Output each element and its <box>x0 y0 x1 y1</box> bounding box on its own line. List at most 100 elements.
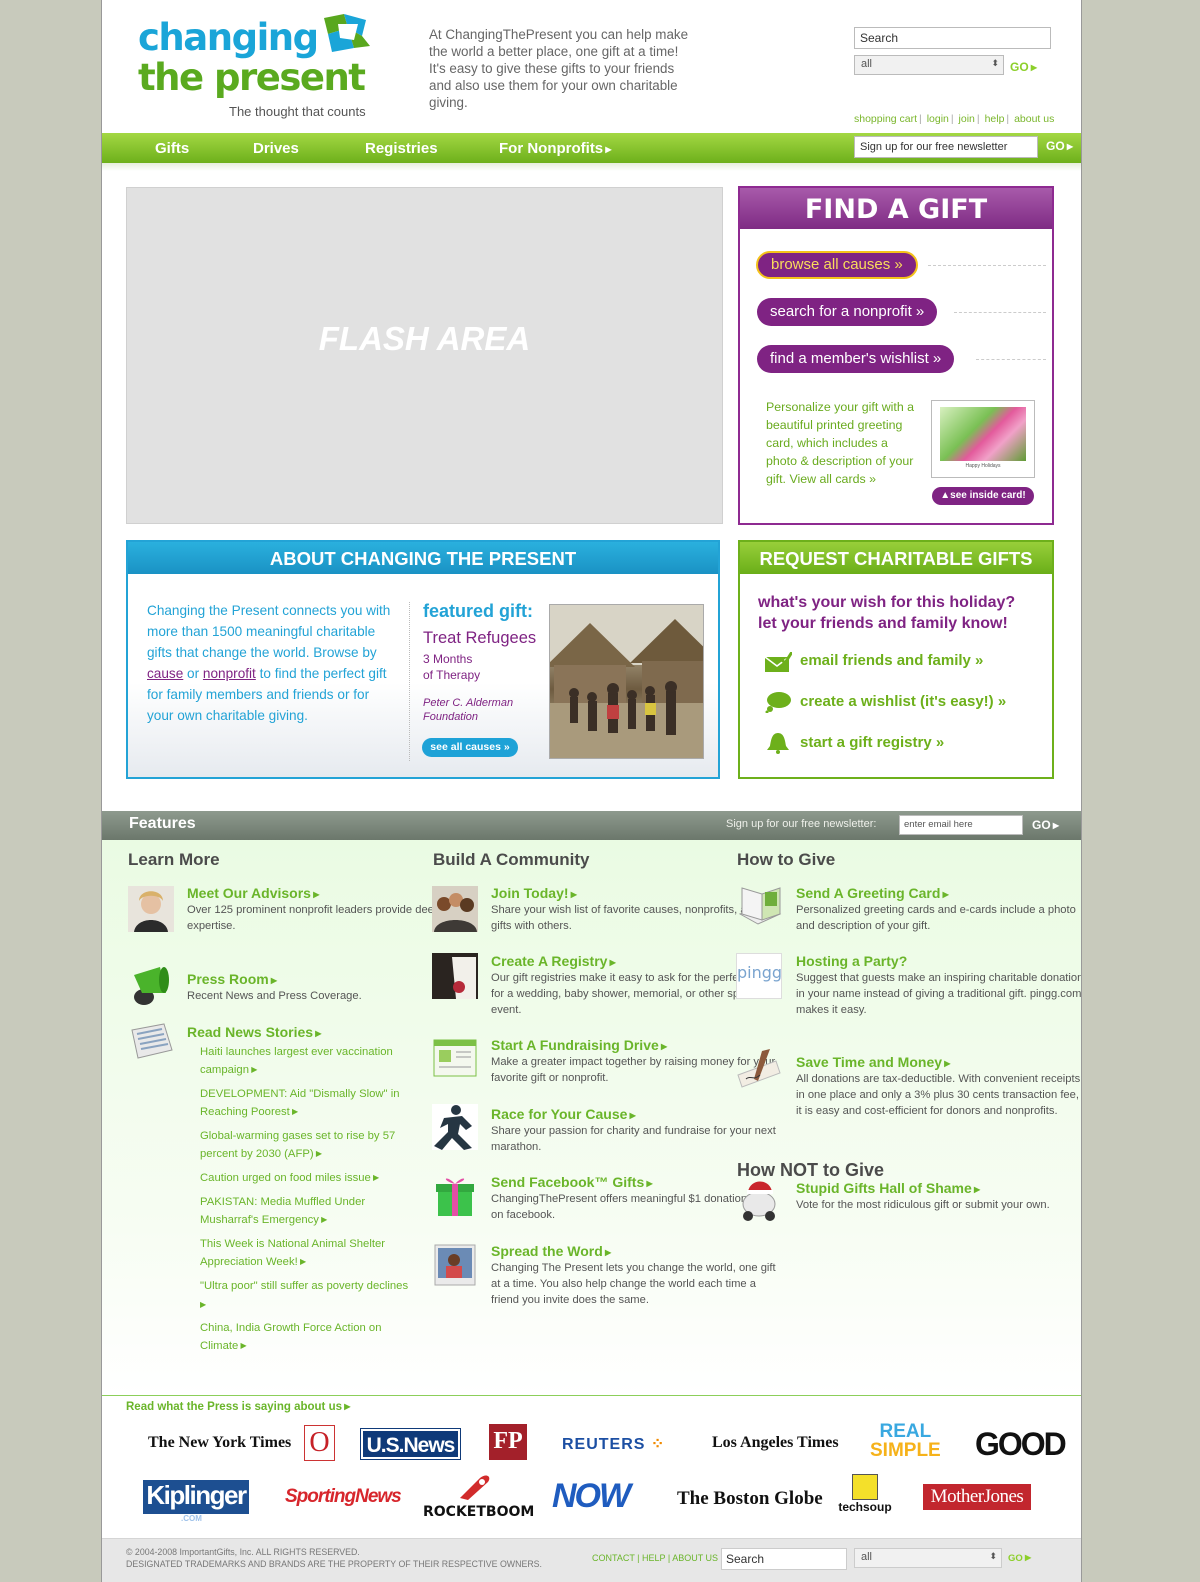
sporting-news-logo[interactable]: SportingNews <box>285 1486 402 1508</box>
featured-gift-photo[interactable] <box>549 604 704 759</box>
advisor-photo[interactable] <box>128 886 174 932</box>
nav-drives[interactable]: Drives <box>253 140 299 157</box>
go-label: GO <box>1032 818 1051 832</box>
nonprofit-link[interactable]: nonprofit <box>203 666 256 681</box>
featured-gift-org[interactable]: Peter C. Alderman Foundation <box>423 696 513 724</box>
greeting-card-link[interactable]: Send A Greeting Card ▶ <box>796 885 1081 901</box>
hosting-party-link[interactable]: Hosting a Party? <box>796 953 1081 969</box>
spread-word-photo[interactable] <box>432 1242 478 1288</box>
runner-icon[interactable] <box>432 1104 478 1150</box>
go-label: GO <box>1010 60 1029 74</box>
search-nonprofit-button[interactable]: search for a nonprofit » <box>757 298 938 326</box>
news-story-4[interactable]: Caution urged on food miles issue ▶ <box>200 1169 410 1187</box>
login-link[interactable]: login <box>927 113 949 125</box>
start-registry-link[interactable]: start a gift registry » <box>800 734 944 751</box>
foreign-policy-logo[interactable]: FP <box>489 1424 527 1460</box>
pingg-logo[interactable]: pingg <box>736 953 782 999</box>
footer-links: CONTACT | HELP | ABOUT US <box>592 1553 719 1563</box>
see-all-causes-button[interactable]: see all causes » <box>422 738 518 757</box>
fundraising-drive-icon[interactable] <box>432 1036 478 1082</box>
rocketboom-logo[interactable]: ROCKETBOOM <box>423 1504 534 1520</box>
reuters-logo[interactable]: REUTERS ⁘ <box>562 1434 665 1454</box>
email-friends-link[interactable]: email friends and family » <box>800 652 983 669</box>
footer-search-input[interactable]: Search <box>721 1548 847 1570</box>
flash-area[interactable]: FLASH AREA <box>126 187 723 524</box>
news-story-3[interactable]: Global-warming gases set to rise by 57 p… <box>200 1127 410 1163</box>
abc-now-logo[interactable]: NOW <box>552 1477 631 1516</box>
news-story-2[interactable]: DEVELOPMENT: Aid "Dismally Slow" in Reac… <box>200 1085 410 1121</box>
nav-for-nonprofits[interactable]: For Nonprofits ▶ <box>499 140 612 157</box>
press-title[interactable]: Read what the Press is saying about us ▶ <box>126 1401 350 1413</box>
footer-go-button[interactable]: GO ▶ <box>1008 1553 1031 1564</box>
join-link[interactable]: join <box>959 113 975 125</box>
divider <box>976 359 1046 360</box>
footer-about-link[interactable]: ABOUT US <box>672 1553 718 1563</box>
spread-word-link[interactable]: Spread the Word ▶ <box>491 1243 781 1259</box>
boston-globe-logo[interactable]: The Boston Globe <box>677 1488 823 1510</box>
play-arrow-icon: ▶ <box>200 1300 207 1309</box>
newsletter-input[interactable]: Sign up for our free newsletter <box>854 136 1038 158</box>
news-story-7[interactable]: "Ultra poor" still suffer as poverty dec… <box>200 1277 410 1314</box>
race-for-cause-link[interactable]: Race for Your Cause ▶ <box>491 1106 781 1122</box>
news-story-1[interactable]: Haiti launches largest ever vaccination … <box>200 1043 410 1079</box>
kiplinger-logo[interactable]: Kiplinger .COM <box>143 1480 249 1523</box>
greeting-card-image[interactable]: Happy Holidays <box>931 400 1035 478</box>
nyt-logo[interactable]: The New York Times <box>148 1434 291 1452</box>
signing-check-icon[interactable] <box>736 1047 782 1093</box>
techsoup-logo[interactable]: techsoup <box>835 1474 895 1514</box>
help-link[interactable]: help <box>985 113 1005 125</box>
news-story-4-title: Caution urged on food miles issue <box>200 1172 371 1184</box>
view-all-cards-link[interactable]: View all cards » <box>789 472 876 486</box>
featured-gift-org-line1: Peter C. Alderman <box>423 697 514 709</box>
real-simple-line1: REAL <box>879 1421 932 1442</box>
featured-gift-name[interactable]: Treat Refugees <box>423 629 536 648</box>
save-time-link[interactable]: Save Time and Money ▶ <box>796 1054 1081 1070</box>
play-arrow-icon: ▶ <box>940 890 949 899</box>
greeting-card-icon[interactable] <box>736 884 782 930</box>
o-magazine-logo[interactable]: O <box>304 1425 335 1461</box>
category-select[interactable]: all ⬍ <box>854 55 1004 75</box>
find-wishlist-button[interactable]: find a member's wishlist » <box>757 345 955 373</box>
browse-all-causes-button[interactable]: browse all causes » <box>756 251 918 279</box>
real-simple-logo[interactable]: REAL SIMPLE <box>870 1422 941 1460</box>
play-arrow-icon: ▶ <box>289 1107 299 1116</box>
good-logo[interactable]: GOOD <box>975 1426 1067 1463</box>
create-wishlist-link[interactable]: create a wishlist (it's easy!) » <box>800 693 1006 710</box>
newspaper-icon[interactable] <box>128 1020 174 1066</box>
group-photo[interactable] <box>432 886 478 932</box>
meet-advisors-label: Meet Our Advisors <box>187 885 311 901</box>
news-story-5[interactable]: PAKISTAN: Media Muffled Under Musharraf'… <box>200 1193 410 1229</box>
featured-gift-detail-line1: 3 Months <box>423 652 473 666</box>
newsletter-email-input[interactable]: enter email here <box>899 815 1023 835</box>
play-arrow-icon: ▶ <box>603 145 612 154</box>
stupid-gifts-link[interactable]: Stupid Gifts Hall of Shame ▶ <box>796 1180 1081 1196</box>
newsletter-go-button[interactable]: GO ▶ <box>1032 818 1059 832</box>
news-story-7-title: "Ultra poor" still suffer as poverty dec… <box>200 1280 409 1292</box>
megaphone-icon[interactable] <box>128 963 174 1009</box>
footer-help-link[interactable]: HELP <box>642 1553 665 1563</box>
search-input[interactable]: Search <box>854 27 1051 49</box>
news-story-8[interactable]: China, India Growth Force Action on Clim… <box>200 1319 410 1355</box>
news-story-6[interactable]: This Week is National Animal Shelter App… <box>200 1235 410 1271</box>
footer-category-select[interactable]: all ⬍ <box>854 1548 1002 1568</box>
search-go-button[interactable]: GO ▶ <box>1010 60 1037 74</box>
wedding-photo[interactable] <box>432 953 478 999</box>
spread-word-label: Spread the Word <box>491 1243 603 1259</box>
cause-link[interactable]: cause <box>147 666 183 681</box>
shopping-cart-link[interactable]: shopping cart <box>854 113 917 125</box>
page: changing the present The thought that co… <box>101 0 1082 1582</box>
stupid-gifts-label: Stupid Gifts Hall of Shame <box>796 1180 972 1196</box>
about-us-link[interactable]: about us <box>1014 113 1054 125</box>
usnews-logo[interactable]: U.S.News <box>360 1428 461 1460</box>
mother-jones-logo[interactable]: MotherJones <box>923 1484 1031 1510</box>
footer-contact-link[interactable]: CONTACT <box>592 1553 635 1563</box>
reuters-dots-icon: ⁘ <box>650 1436 666 1453</box>
santa-toy-icon[interactable] <box>736 1176 782 1222</box>
gift-box-icon[interactable] <box>432 1172 478 1218</box>
newsletter-go-button[interactable]: GO ▶ <box>1046 139 1073 153</box>
see-inside-card-button[interactable]: ▲see inside card! <box>932 487 1034 505</box>
la-times-logo[interactable]: Los Angeles Times <box>712 1434 839 1452</box>
nav-shadow <box>102 163 1081 171</box>
nav-registries[interactable]: Registries <box>365 140 438 157</box>
nav-gifts[interactable]: Gifts <box>155 140 189 157</box>
